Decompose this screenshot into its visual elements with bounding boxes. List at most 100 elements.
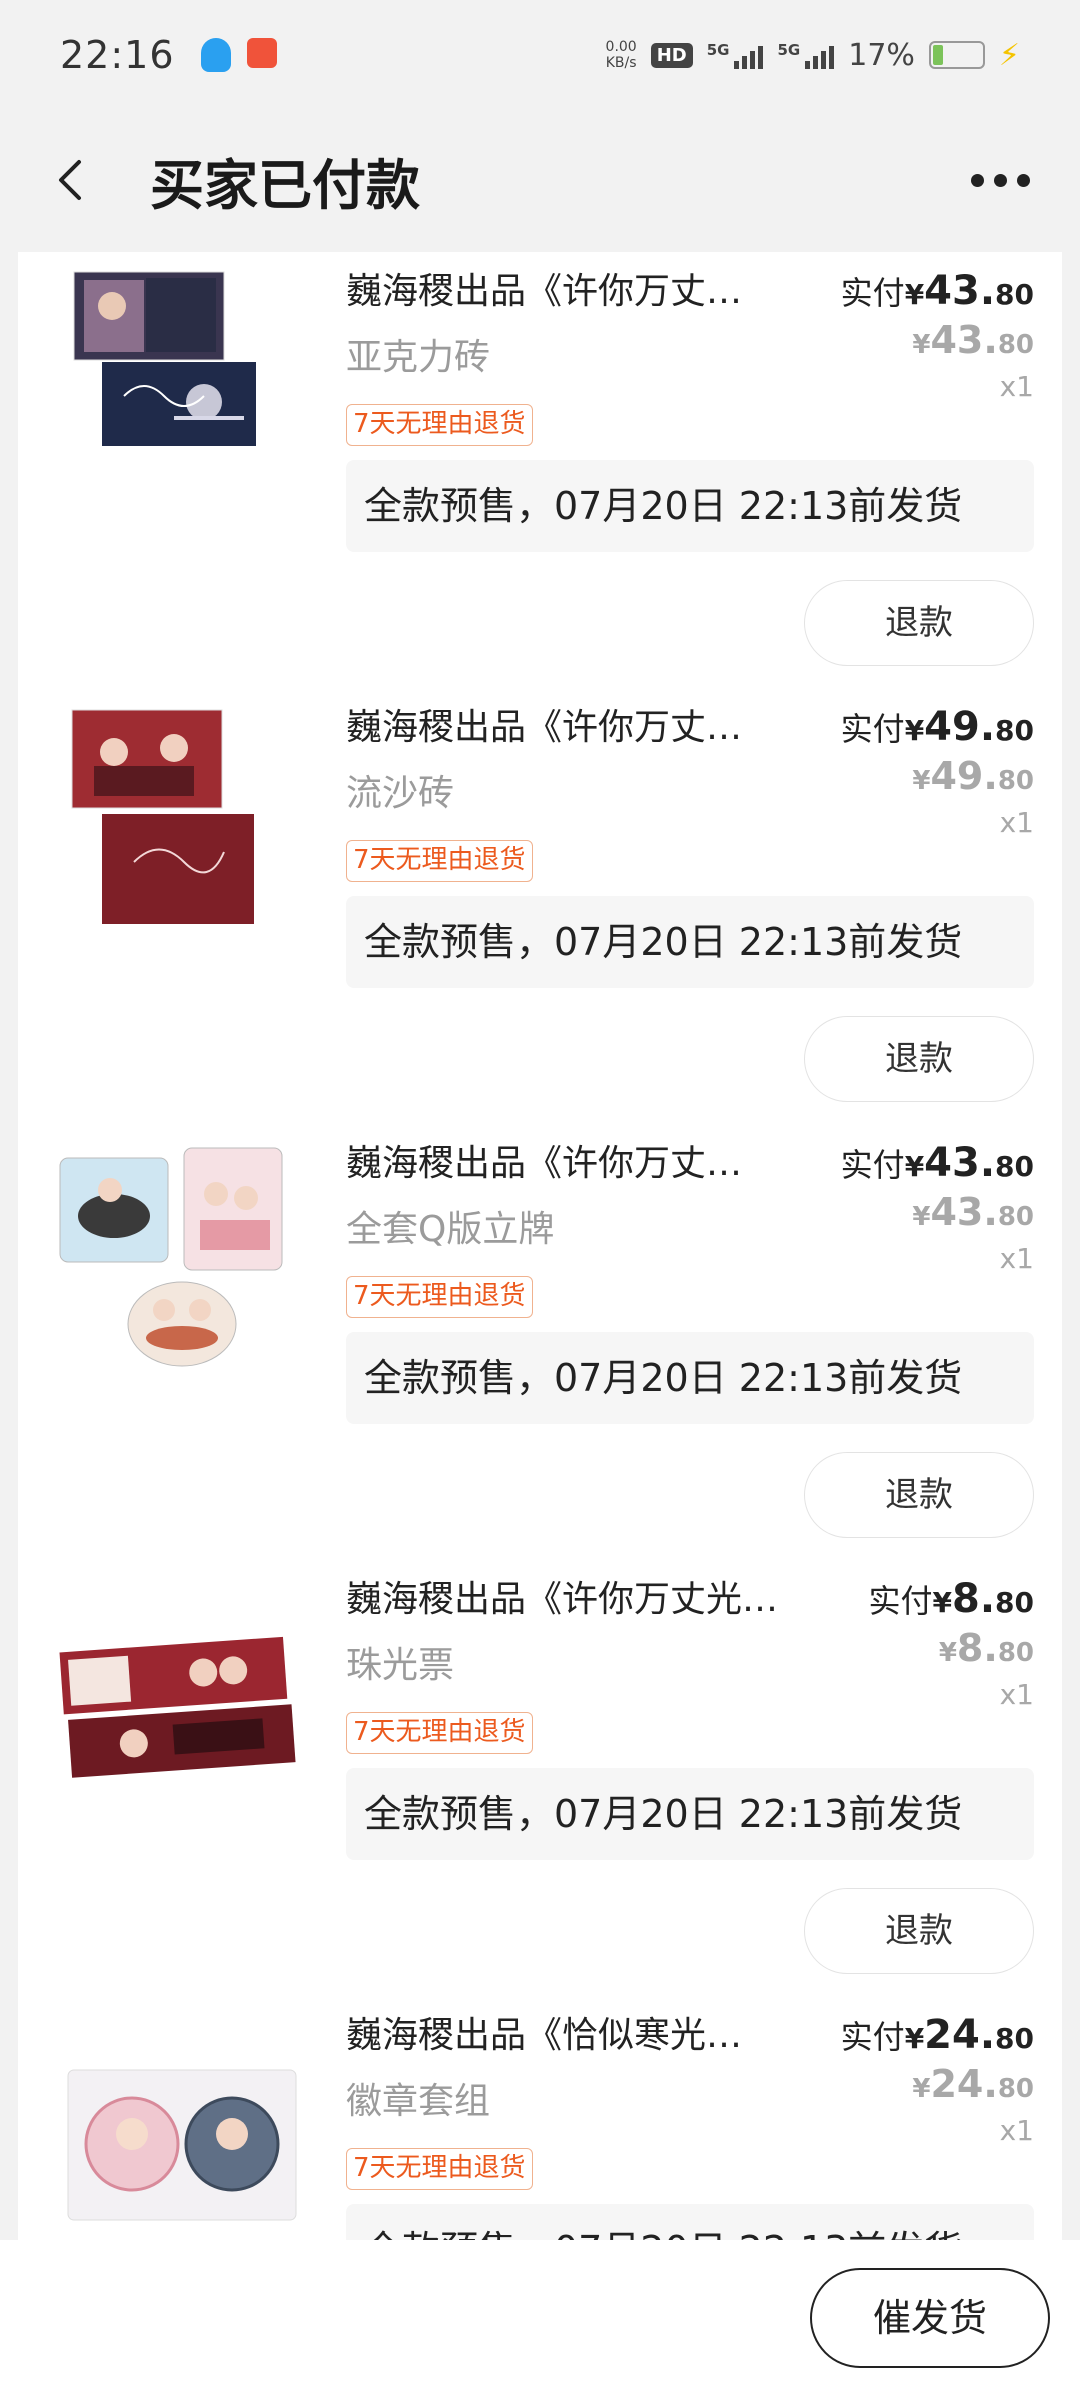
return-policy-badge: 7天无理由退货: [346, 1276, 533, 1318]
refund-button[interactable]: 退款: [804, 580, 1034, 666]
paid-price-decimal: 80: [995, 1586, 1034, 1619]
product-spec: 全套Q版立牌: [346, 1209, 555, 1250]
product-thumbnail[interactable]: [54, 2010, 310, 2242]
paid-label: 实付: [840, 2018, 905, 2056]
network-speed: 0.00 KB/s: [606, 39, 637, 71]
currency-symbol: ¥: [904, 1150, 925, 1183]
currency-symbol: ¥: [938, 1638, 957, 1668]
product-title[interactable]: 巍海稷出品《许你万丈…: [346, 262, 816, 314]
paid-price: 实付¥8.80: [869, 1576, 1035, 1622]
shipping-info: 全款预售，07月20日 22:13前发货: [346, 1332, 1034, 1424]
signal-label: 5G: [777, 41, 801, 59]
original-price-integer: 24.: [930, 2062, 998, 2106]
refund-button[interactable]: 退款: [804, 1016, 1034, 1102]
price-block: 实付¥8.80 ¥8.80 x1: [869, 1576, 1035, 1711]
urge-shipping-button[interactable]: 催发货: [810, 2268, 1050, 2368]
status-indicators: 0.00 KB/s HD 5G 5G 17% ⚡: [606, 38, 1020, 73]
paid-label: 实付: [868, 1582, 933, 1620]
paid-price-decimal: 80: [995, 278, 1034, 311]
return-policy-badge: 7天无理由退货: [346, 404, 533, 446]
order-item[interactable]: 巍海稷出品《恰似寒光… 徽章套组 7天无理由退货 实付¥24.80 ¥24.80…: [18, 1996, 1062, 2242]
back-arrow-icon[interactable]: [40, 150, 100, 210]
product-thumbnail[interactable]: [54, 1138, 310, 1394]
product-title[interactable]: 巍海稷出品《许你万丈…: [346, 698, 816, 750]
quantity: x1: [999, 1242, 1034, 1275]
price-block: 实付¥49.80 ¥49.80 x1: [841, 704, 1034, 839]
product-spec: 亚克力砖: [346, 337, 491, 378]
product-title[interactable]: 巍海稷出品《许你万丈…: [346, 1134, 816, 1186]
currency-symbol: ¥: [912, 330, 931, 360]
original-price-decimal: 80: [997, 330, 1034, 360]
shipping-info: 全款预售，07月20日 22:13前发货: [346, 2204, 1034, 2242]
shipping-info: 全款预售，07月20日 22:13前发货: [346, 896, 1034, 988]
paid-label: 实付: [840, 710, 905, 748]
price-block: 实付¥24.80 ¥24.80 x1: [841, 2012, 1034, 2147]
battery-icon: [928, 41, 985, 69]
original-price: ¥24.80: [841, 2062, 1034, 2106]
original-price: ¥8.80: [869, 1626, 1034, 1670]
paid-price-integer: 49.: [924, 704, 996, 750]
signal-label: 5G: [706, 41, 730, 59]
original-price-decimal: 80: [997, 2074, 1034, 2104]
currency-symbol: ¥: [912, 2074, 931, 2104]
product-thumbnail[interactable]: [54, 702, 310, 958]
original-price-integer: 43.: [930, 1190, 998, 1234]
paid-price: 实付¥24.80: [841, 2012, 1034, 2058]
original-price-decimal: 80: [997, 1202, 1034, 1232]
bottom-action-bar: 催发货: [0, 2240, 1080, 2400]
product-spec: 徽章套组: [346, 2081, 491, 2122]
product-thumbnail[interactable]: [54, 266, 310, 522]
original-price: ¥49.80: [841, 754, 1034, 798]
currency-symbol: ¥: [904, 714, 925, 747]
price-block: 实付¥43.80 ¥43.80 x1: [841, 268, 1034, 403]
paid-price-integer: 43.: [924, 1140, 996, 1186]
refund-button[interactable]: 退款: [804, 1452, 1034, 1538]
order-item[interactable]: 巍海稷出品《许你万丈… 全套Q版立牌 7天无理由退货 实付¥43.80 ¥43.…: [18, 1124, 1062, 1560]
order-item[interactable]: 巍海稷出品《许你万丈… 流沙砖 7天无理由退货 实付¥49.80 ¥49.80 …: [18, 688, 1062, 1124]
product-title[interactable]: 巍海稷出品《恰似寒光…: [346, 2006, 816, 2058]
quantity: x1: [999, 2114, 1034, 2147]
more-options-icon[interactable]: [961, 164, 1040, 197]
paid-price-integer: 8.: [952, 1576, 996, 1622]
status-time: 22:16: [60, 33, 175, 77]
quantity: x1: [999, 370, 1034, 403]
return-policy-badge: 7天无理由退货: [346, 2148, 533, 2190]
original-price-integer: 43.: [930, 318, 998, 362]
quantity: x1: [999, 1678, 1034, 1711]
network-speed-unit: KB/s: [605, 55, 637, 71]
paid-price-decimal: 80: [995, 714, 1034, 747]
product-title[interactable]: 巍海稷出品《许你万丈光…: [346, 1570, 816, 1622]
paid-price-decimal: 80: [995, 2022, 1034, 2055]
product-thumbnail[interactable]: [54, 1574, 310, 1830]
original-price-integer: 49.: [930, 754, 998, 798]
qq-notification-icon: [200, 38, 231, 72]
original-price-decimal: 80: [997, 766, 1034, 796]
network-speed-value: 0.00: [605, 39, 637, 55]
paid-label: 实付: [840, 1146, 905, 1184]
navigation-bar: 买家已付款: [0, 110, 1080, 250]
currency-symbol: ¥: [932, 1586, 952, 1619]
paid-price: 实付¥49.80: [841, 704, 1034, 750]
paid-price-decimal: 80: [995, 1150, 1034, 1183]
refund-button[interactable]: 退款: [804, 1888, 1034, 1974]
kuaishou-notification-icon: [246, 38, 277, 68]
product-spec: 珠光票: [346, 1645, 455, 1686]
return-policy-badge: 7天无理由退货: [346, 840, 533, 882]
paid-label: 实付: [840, 274, 905, 312]
paid-price-integer: 43.: [924, 268, 996, 314]
currency-symbol: ¥: [904, 278, 925, 311]
product-spec: 流沙砖: [346, 773, 455, 814]
order-item[interactable]: 巍海稷出品《许你万丈… 亚克力砖 7天无理由退货 实付¥43.80 ¥43.80…: [18, 252, 1062, 688]
paid-price-integer: 24.: [924, 2012, 996, 2058]
order-items-list: 巍海稷出品《许你万丈… 亚克力砖 7天无理由退货 实付¥43.80 ¥43.80…: [18, 252, 1062, 2242]
order-item[interactable]: 巍海稷出品《许你万丈光… 珠光票 7天无理由退货 实付¥8.80 ¥8.80 x…: [18, 1560, 1062, 1996]
original-price-integer: 8.: [956, 1626, 998, 1670]
currency-symbol: ¥: [912, 766, 931, 796]
page-title: 买家已付款: [150, 153, 420, 217]
price-block: 实付¥43.80 ¥43.80 x1: [841, 1140, 1034, 1275]
status-bar: 22:16 0.00 KB/s HD 5G 5G 17% ⚡: [0, 0, 1080, 110]
original-price-decimal: 80: [997, 1638, 1034, 1668]
notification-icons: [200, 38, 277, 72]
signal-strength-icon: 5G: [707, 41, 764, 69]
shipping-info: 全款预售，07月20日 22:13前发货: [346, 460, 1034, 552]
